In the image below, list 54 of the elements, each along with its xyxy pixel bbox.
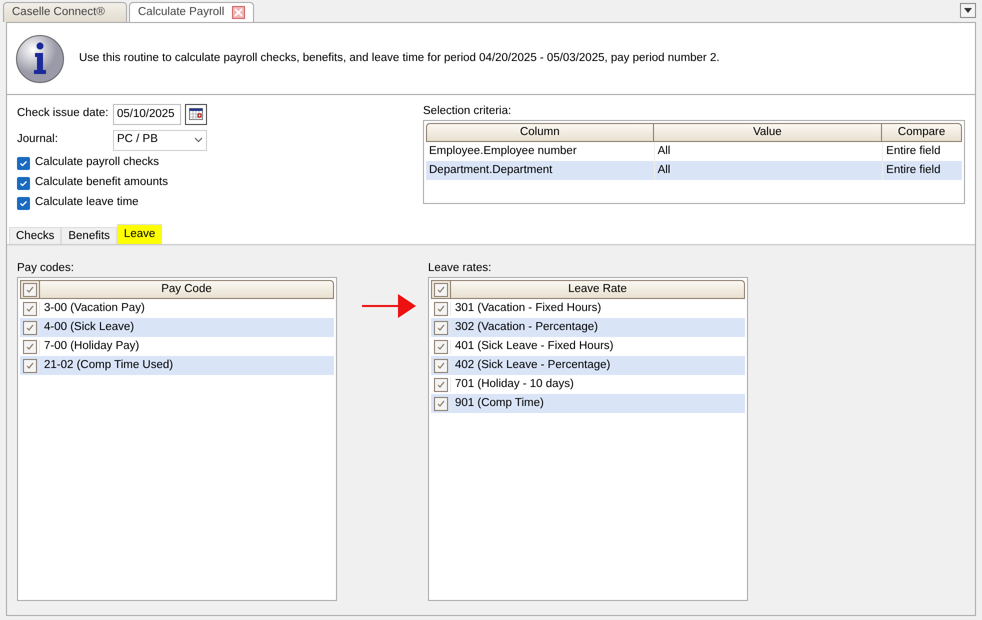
- field-label: Journal:: [17, 132, 59, 148]
- row-checkbox[interactable]: [22, 302, 36, 316]
- table-cell-text: Employee.Employee number: [428, 144, 578, 159]
- checkbox-label: Calculate benefit amounts: [35, 175, 168, 190]
- column-header[interactable]: Pay Code: [40, 280, 334, 299]
- info-icon: [15, 34, 65, 84]
- row-checkbox[interactable]: [434, 358, 448, 372]
- row-checkbox[interactable]: [23, 282, 37, 296]
- row-checkbox[interactable]: [434, 396, 448, 410]
- checkbox-label: Calculate leave time: [35, 195, 139, 210]
- column-header[interactable]: Column: [426, 123, 654, 142]
- checkbox[interactable]: [17, 196, 30, 210]
- list-item[interactable]: 7-00 (Holiday Pay): [40, 338, 140, 356]
- row-checkbox[interactable]: [22, 320, 36, 334]
- row-checkbox[interactable]: [434, 340, 448, 354]
- calendar-icon[interactable]: [185, 104, 207, 124]
- row-checkbox[interactable]: [22, 340, 36, 354]
- field-label: Check issue date:: [17, 106, 110, 122]
- list-item[interactable]: 401 (Sick Leave - Fixed Hours): [451, 338, 614, 356]
- journal-dropdown[interactable]: PC / PB: [113, 130, 207, 150]
- list-item[interactable]: 301 (Vacation - Fixed Hours): [451, 300, 602, 318]
- checkbox[interactable]: [17, 176, 30, 190]
- dropdown-icon[interactable]: [960, 3, 976, 18]
- chevron-down-icon: [194, 137, 203, 143]
- section-label: Selection criteria:: [423, 104, 512, 119]
- checkbox[interactable]: [17, 156, 30, 170]
- table-cell: All: [654, 161, 882, 180]
- table-cell-text: Department.Department: [428, 163, 554, 178]
- document-tab[interactable]: Calculate Payroll: [129, 2, 254, 22]
- row-checkbox[interactable]: [434, 282, 448, 296]
- document-tab[interactable]: Caselle Connect®: [3, 2, 127, 22]
- checkmark-icon: [19, 158, 28, 168]
- tab[interactable]: Leave: [116, 224, 162, 244]
- list-item[interactable]: 701 (Holiday - 10 days): [451, 376, 574, 394]
- close-icon[interactable]: [232, 6, 246, 19]
- list-item[interactable]: 3-00 (Vacation Pay): [40, 300, 145, 318]
- checkmark-icon: [19, 198, 28, 208]
- column-header[interactable]: Compare: [882, 123, 962, 142]
- column-header[interactable]: Leave Rate: [451, 280, 745, 299]
- arrow-icon: [362, 294, 416, 318]
- row-checkbox[interactable]: [434, 320, 448, 334]
- table-cell: Entire field: [882, 161, 962, 180]
- column-header[interactable]: Value: [654, 123, 882, 142]
- date-field[interactable]: 05/10/2025: [113, 104, 181, 124]
- list-label: Leave rates:: [428, 261, 492, 276]
- tab[interactable]: Checks: [9, 227, 62, 244]
- list-label: Pay codes:: [17, 261, 75, 276]
- tab[interactable]: Benefits: [61, 227, 117, 244]
- checkmark-icon: [19, 178, 28, 188]
- checkbox-label: Calculate payroll checks: [35, 155, 160, 170]
- row-checkbox[interactable]: [434, 302, 448, 316]
- row-checkbox[interactable]: [434, 378, 448, 392]
- row-checkbox[interactable]: [22, 358, 36, 372]
- info-text: Use this routine to calculate payroll checks, benefits, and leave time for period 04/20/2025 - 05/03/2025, pay period number 2.: [79, 50, 720, 66]
